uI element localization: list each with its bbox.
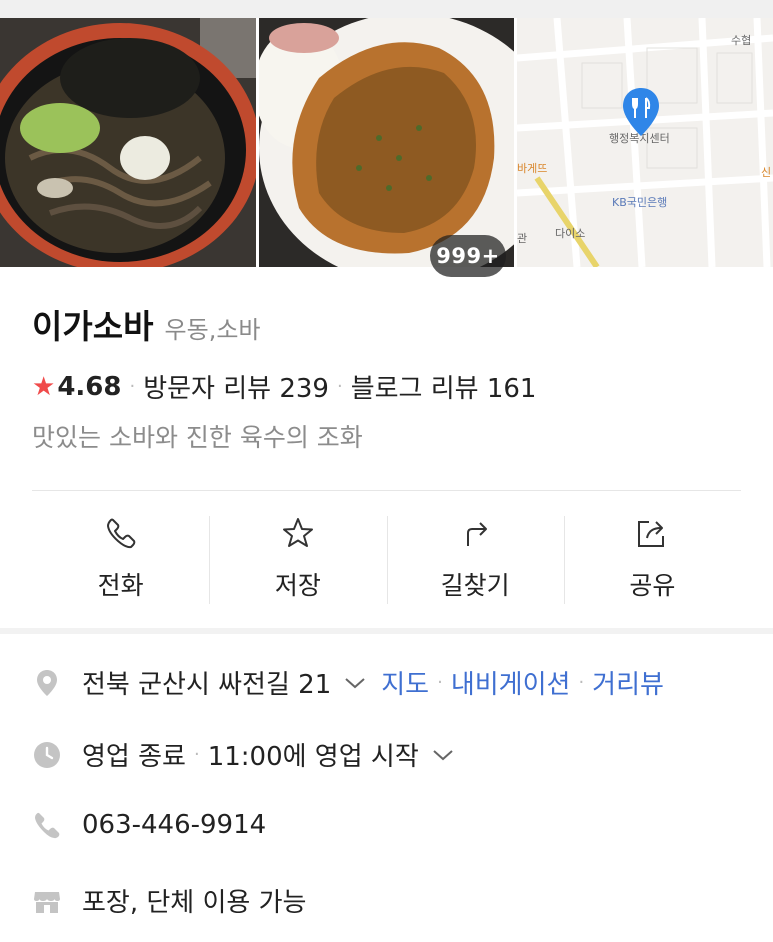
phone-row[interactable]: 063-446-9914 bbox=[32, 810, 266, 840]
rating-star-icon: ★ bbox=[32, 371, 56, 402]
divider bbox=[32, 490, 741, 491]
navigation-link[interactable]: 내비게이션 bbox=[451, 664, 571, 701]
map-label-bank: KB국민은행 bbox=[612, 196, 668, 209]
separator-dot: · bbox=[193, 744, 200, 765]
top-strip bbox=[0, 0, 773, 18]
phone-icon bbox=[106, 518, 135, 549]
photo-pork-cutlet[interactable] bbox=[259, 18, 514, 267]
separator-dot: · bbox=[336, 376, 343, 397]
photo-count-badge[interactable]: 999+ bbox=[430, 235, 506, 277]
save-button[interactable]: 저장 bbox=[209, 510, 386, 610]
photo-soba-bowl[interactable] bbox=[0, 18, 256, 267]
map-label-daiso: 다이소 bbox=[555, 227, 586, 240]
rating-value: 4.68 bbox=[57, 371, 122, 402]
map-thumbnail[interactable]: 수협 행정복지센터 바게뜨 KB국민은행 다이소 관 신 bbox=[517, 18, 773, 267]
section-divider bbox=[0, 628, 773, 634]
address-row: 전북 군산시 싸전길 21 지도 · 내비게이션 · 거리뷰 bbox=[32, 664, 664, 701]
hours-status: 영업 종료 bbox=[82, 742, 186, 772]
blog-reviews-link[interactable]: 블로그 리뷰 161 bbox=[351, 368, 537, 405]
chevron-down-icon[interactable] bbox=[431, 747, 455, 763]
hours-next: 11:00에 영업 시작 bbox=[207, 742, 419, 772]
call-button[interactable]: 전화 bbox=[32, 510, 209, 610]
share-label: 공유 bbox=[629, 571, 676, 600]
location-pin-icon bbox=[37, 669, 57, 696]
map-link[interactable]: 지도 bbox=[381, 664, 429, 701]
separator-dot: · bbox=[578, 672, 585, 693]
hours-row[interactable]: 영업 종료 · 11:00에 영업 시작 bbox=[32, 736, 455, 773]
map-pin-icon bbox=[623, 88, 659, 136]
phone-icon bbox=[35, 812, 60, 839]
rating-row: ★ 4.68 · 방문자 리뷰 239 · 블로그 리뷰 161 bbox=[32, 368, 536, 405]
directions-label: 길찾기 bbox=[440, 571, 510, 600]
visitor-reviews-link[interactable]: 방문자 리뷰 239 bbox=[143, 368, 329, 405]
place-name: 이가소바 bbox=[32, 307, 154, 346]
chevron-down-icon[interactable] bbox=[343, 675, 367, 691]
phone-number[interactable]: 063-446-9914 bbox=[82, 810, 266, 840]
map-label-edge-right: 신 bbox=[761, 166, 772, 179]
separator-dot: · bbox=[437, 672, 443, 693]
share-button[interactable]: 공유 bbox=[563, 510, 741, 610]
call-label: 전화 bbox=[97, 571, 144, 600]
streetview-link[interactable]: 거리뷰 bbox=[592, 664, 664, 701]
separator-dot: · bbox=[129, 376, 136, 397]
photo-gallery: 수협 행정복지센터 바게뜨 KB국민은행 다이소 관 신 999+ bbox=[0, 18, 773, 277]
services-text: 포장, 단체 이용 가능 bbox=[82, 888, 307, 918]
share-icon bbox=[638, 521, 665, 547]
place-title-row: 이가소바 우동,소바 bbox=[32, 300, 261, 348]
action-bar: 전화 저장 길찾기 공유 bbox=[32, 510, 741, 610]
save-label: 저장 bbox=[274, 571, 321, 600]
directions-icon bbox=[467, 522, 488, 546]
map-label-suhyup: 수협 bbox=[731, 34, 752, 47]
map-label-bakery: 바게뜨 bbox=[517, 162, 548, 175]
map-label-edge-left: 관 bbox=[517, 232, 528, 245]
star-icon bbox=[282, 518, 313, 547]
services-row: 포장, 단체 이용 가능 bbox=[32, 882, 306, 919]
clock-icon bbox=[34, 741, 60, 768]
place-category: 우동,소바 bbox=[164, 316, 261, 344]
address-text: 전북 군산시 싸전길 21 bbox=[82, 670, 332, 700]
store-icon bbox=[34, 891, 60, 913]
place-description: 맛있는 소바와 진한 육수의 조화 bbox=[32, 423, 363, 452]
directions-button[interactable]: 길찾기 bbox=[386, 510, 564, 610]
